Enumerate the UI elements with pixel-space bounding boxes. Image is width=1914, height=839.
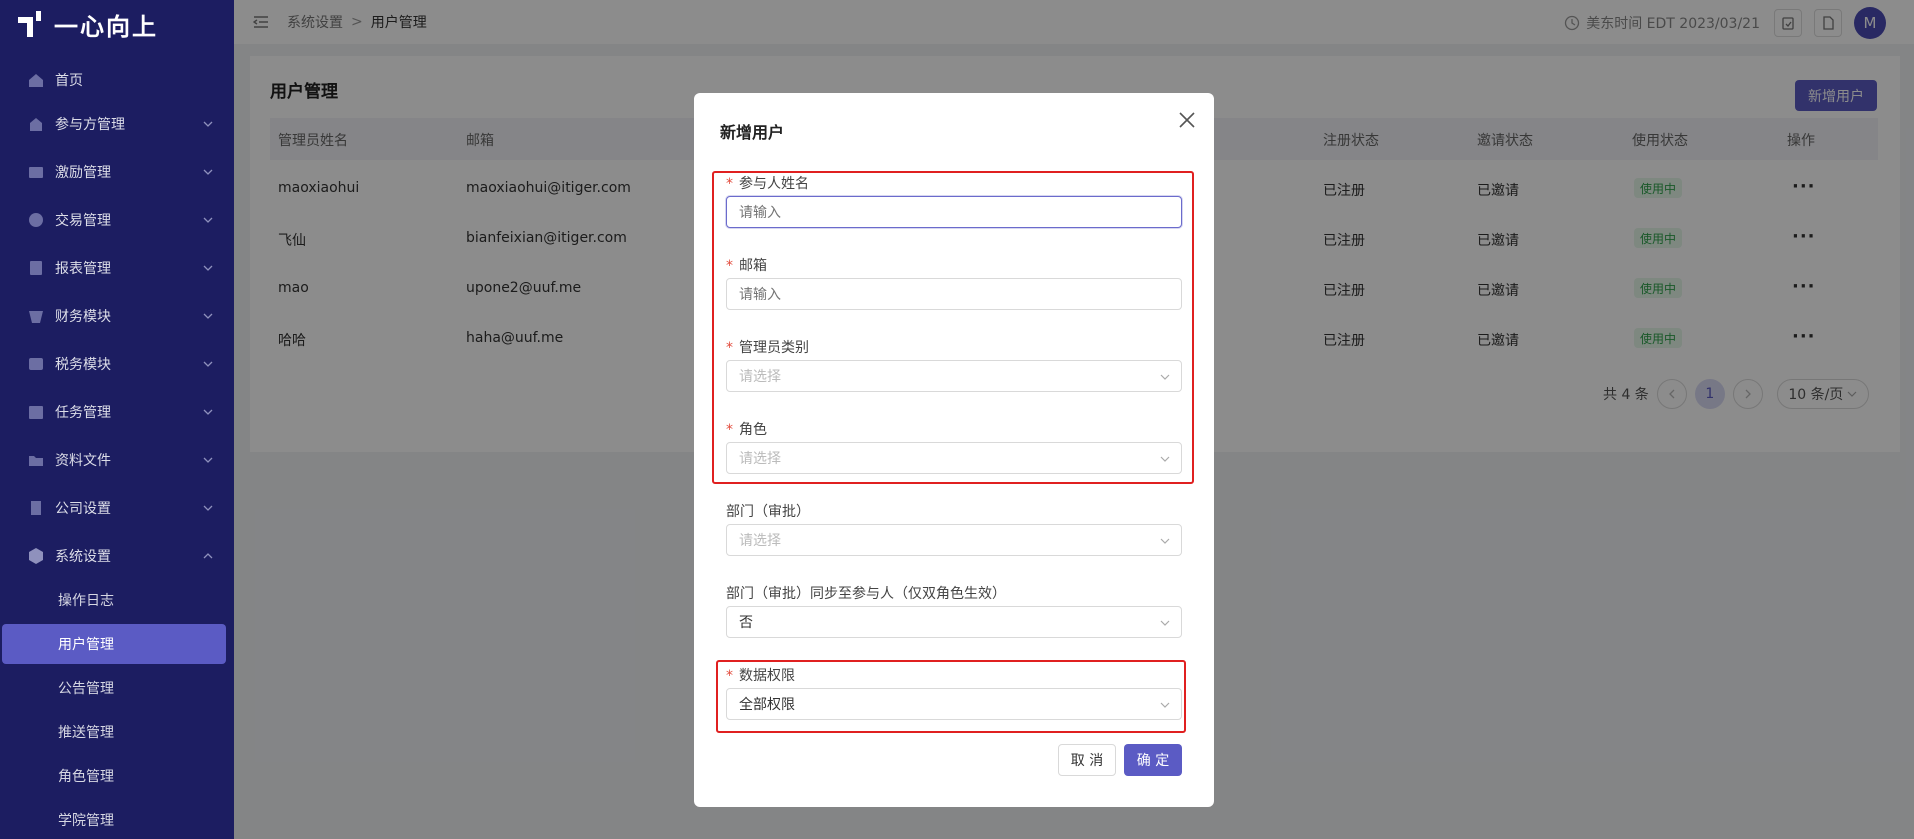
sidebar-item-label: 交易管理 bbox=[55, 213, 111, 229]
chevron-up-icon bbox=[203, 553, 213, 559]
modal-title: 新增用户 bbox=[720, 123, 785, 142]
chevron-down-icon bbox=[1160, 620, 1170, 626]
sidebar-item-participants[interactable]: 参与方管理 bbox=[0, 104, 234, 144]
department-select[interactable]: 请选择 bbox=[726, 524, 1182, 556]
department-placeholder: 请选择 bbox=[739, 533, 781, 549]
app-logo[interactable]: 一心向上 bbox=[18, 8, 158, 41]
sidebar-sub-push[interactable]: 推送管理 bbox=[0, 712, 234, 752]
sidebar-item-label: 参与方管理 bbox=[55, 117, 125, 133]
chevron-down-icon bbox=[203, 169, 213, 175]
chevron-down-icon bbox=[203, 409, 213, 415]
sidebar-item-finance[interactable]: 财务模块 bbox=[0, 296, 234, 336]
chevron-down-icon bbox=[1160, 538, 1170, 544]
chevron-down-icon bbox=[203, 217, 213, 223]
incentive-icon bbox=[27, 163, 45, 181]
participants-icon bbox=[27, 115, 45, 133]
sidebar-item-incentive[interactable]: 激励管理 bbox=[0, 152, 234, 192]
system-icon bbox=[27, 547, 45, 565]
sync-field-label: 部门（审批）同步至参与人（仅双角色生效） bbox=[726, 586, 1006, 602]
sidebar-item-files[interactable]: 资料文件 bbox=[0, 440, 234, 480]
chevron-down-icon bbox=[203, 361, 213, 367]
highlight-data-permission bbox=[716, 660, 1186, 733]
sidebar-item-label: 首页 bbox=[55, 73, 83, 89]
sidebar-item-task[interactable]: 任务管理 bbox=[0, 392, 234, 432]
report-icon bbox=[27, 259, 45, 277]
sidebar-sub-user-management[interactable]: 用户管理 bbox=[2, 624, 226, 664]
tax-icon bbox=[27, 355, 45, 373]
transaction-icon bbox=[27, 211, 45, 229]
chevron-down-icon bbox=[203, 457, 213, 463]
sidebar: 一心向上 首页 参与方管理 激励管理 交易管理 报表管理 财务模块 税务模块 任… bbox=[0, 0, 234, 839]
confirm-button[interactable]: 确 定 bbox=[1124, 744, 1182, 776]
sync-value: 否 bbox=[739, 615, 753, 631]
sidebar-item-label: 报表管理 bbox=[55, 261, 111, 277]
sidebar-item-label: 激励管理 bbox=[55, 165, 111, 181]
sidebar-item-tax[interactable]: 税务模块 bbox=[0, 344, 234, 384]
folder-icon bbox=[27, 451, 45, 469]
sidebar-item-label: 系统设置 bbox=[55, 549, 111, 565]
add-user-modal: 新增用户 *参与人姓名 *邮箱 *管理员类别 请选择 *角色 请选择 部门（审批… bbox=[694, 93, 1214, 807]
sidebar-item-label: 税务模块 bbox=[55, 357, 111, 373]
sidebar-sub-academy[interactable]: 学院管理 bbox=[0, 800, 234, 839]
close-icon[interactable] bbox=[1176, 109, 1198, 131]
logo-mark-icon bbox=[18, 11, 41, 37]
task-icon bbox=[27, 403, 45, 421]
logo-text: 一心向上 bbox=[54, 12, 158, 41]
highlight-required-fields bbox=[712, 171, 1194, 484]
chevron-down-icon bbox=[203, 121, 213, 127]
company-icon bbox=[27, 499, 45, 517]
chevron-down-icon bbox=[203, 505, 213, 511]
sidebar-sub-announcement[interactable]: 公告管理 bbox=[0, 668, 234, 708]
sidebar-item-company[interactable]: 公司设置 bbox=[0, 488, 234, 528]
sidebar-item-label: 任务管理 bbox=[55, 405, 111, 421]
sidebar-item-label: 公司设置 bbox=[55, 501, 111, 517]
finance-icon bbox=[27, 307, 45, 325]
sidebar-item-home[interactable]: 首页 bbox=[0, 60, 234, 100]
sidebar-item-label: 财务模块 bbox=[55, 309, 111, 325]
sidebar-sub-role[interactable]: 角色管理 bbox=[0, 756, 234, 796]
sidebar-sub-operation-log[interactable]: 操作日志 bbox=[0, 580, 234, 620]
sidebar-item-transaction[interactable]: 交易管理 bbox=[0, 200, 234, 240]
sidebar-item-system[interactable]: 系统设置 bbox=[0, 536, 234, 576]
sync-select[interactable]: 否 bbox=[726, 606, 1182, 638]
sidebar-item-label: 资料文件 bbox=[55, 453, 111, 469]
chevron-down-icon bbox=[203, 313, 213, 319]
cancel-button[interactable]: 取 消 bbox=[1058, 744, 1116, 776]
chevron-down-icon bbox=[203, 265, 213, 271]
department-field-label: 部门（审批） bbox=[726, 504, 810, 520]
home-icon bbox=[27, 71, 45, 89]
sidebar-item-report[interactable]: 报表管理 bbox=[0, 248, 234, 288]
